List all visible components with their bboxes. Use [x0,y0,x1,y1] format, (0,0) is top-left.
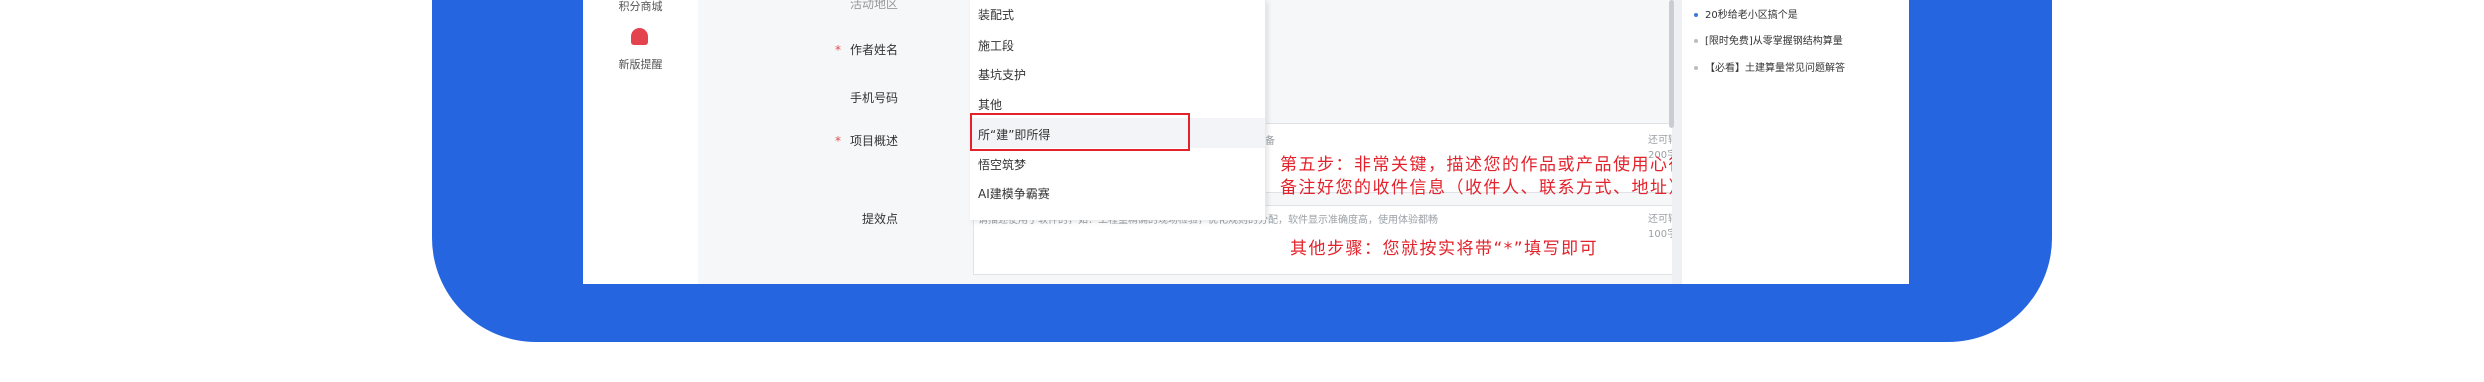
dropdown-option[interactable]: 其他 [978,96,1002,113]
bullet-dot [1694,39,1698,43]
project-type-dropdown: 装配式 施工段 基坑支护 其他 所“建”即所得 悟空筑梦 AI建模争霸赛 [970,0,1266,220]
dropdown-option[interactable]: AI建模争霸赛 [978,185,1050,202]
highlight-box [970,113,1190,151]
field-label-region: 活动地区 [849,0,898,11]
dropdown-option[interactable]: 悟空筑梦 [978,156,1026,173]
nav-item-label: 新版提醒 [618,58,663,71]
required-star: * [834,134,841,148]
step5-annotation-line1: 第五步：非常关键，描述您的作品或产品使用心得， [1280,155,1706,175]
scrollbar[interactable] [1669,0,1674,128]
required-star: * [834,43,841,57]
bullet-dot [1694,66,1698,70]
right-panel-link[interactable]: [限时免费]从零掌握钢结构算量 [1694,32,1843,47]
project-summary-placeholder: 备 [1265,136,1275,147]
field-label-phone: 手机号码 [849,91,898,105]
field-label-project-summary: * 项目概述 [834,134,898,148]
nav-item-points-mall[interactable]: 积分商城 [583,0,698,14]
right-panel-link[interactable]: 【必看】土建算量常见问题解答 [1694,59,1845,74]
nav-item-label: 积分商城 [618,0,663,13]
right-panel-link[interactable]: 20秒给老小区搞个是 [1694,6,1798,21]
bullet-dot [1694,13,1698,17]
dropdown-option[interactable]: 装配式 [978,6,1014,23]
step5-annotation-line2: 备注好您的收件信息（收件人、联系方式、地址） [1280,178,1687,198]
right-panel: 20秒给老小区搞个是 [限时免费]从零掌握钢结构算量 【必看】土建算量常见问题解… [1682,0,1909,284]
left-navigation: 积分商城 新版提醒 [583,0,698,284]
nav-item-new-reminder[interactable]: 新版提醒 [583,56,698,72]
dropdown-option[interactable]: 基坑支护 [978,66,1026,83]
field-label-improvement: 提效点 [861,212,898,226]
bell-icon[interactable] [631,28,648,45]
submission-form: 活动地区 * 作者姓名 手机号码 * 项目概述 备 还可输入200字 提效点 请描述… [698,0,1721,284]
other-steps-annotation: 其他步骤：您就按实将带“*”填写即可 [1290,239,1599,259]
app-screen: 积分商城 新版提醒 活动地区 * 作者姓名 手机号码 * 项目概述 备 还可输入20… [583,0,1909,284]
dropdown-option[interactable]: 施工段 [978,37,1014,54]
field-label-author-name: * 作者姓名 [834,43,898,57]
